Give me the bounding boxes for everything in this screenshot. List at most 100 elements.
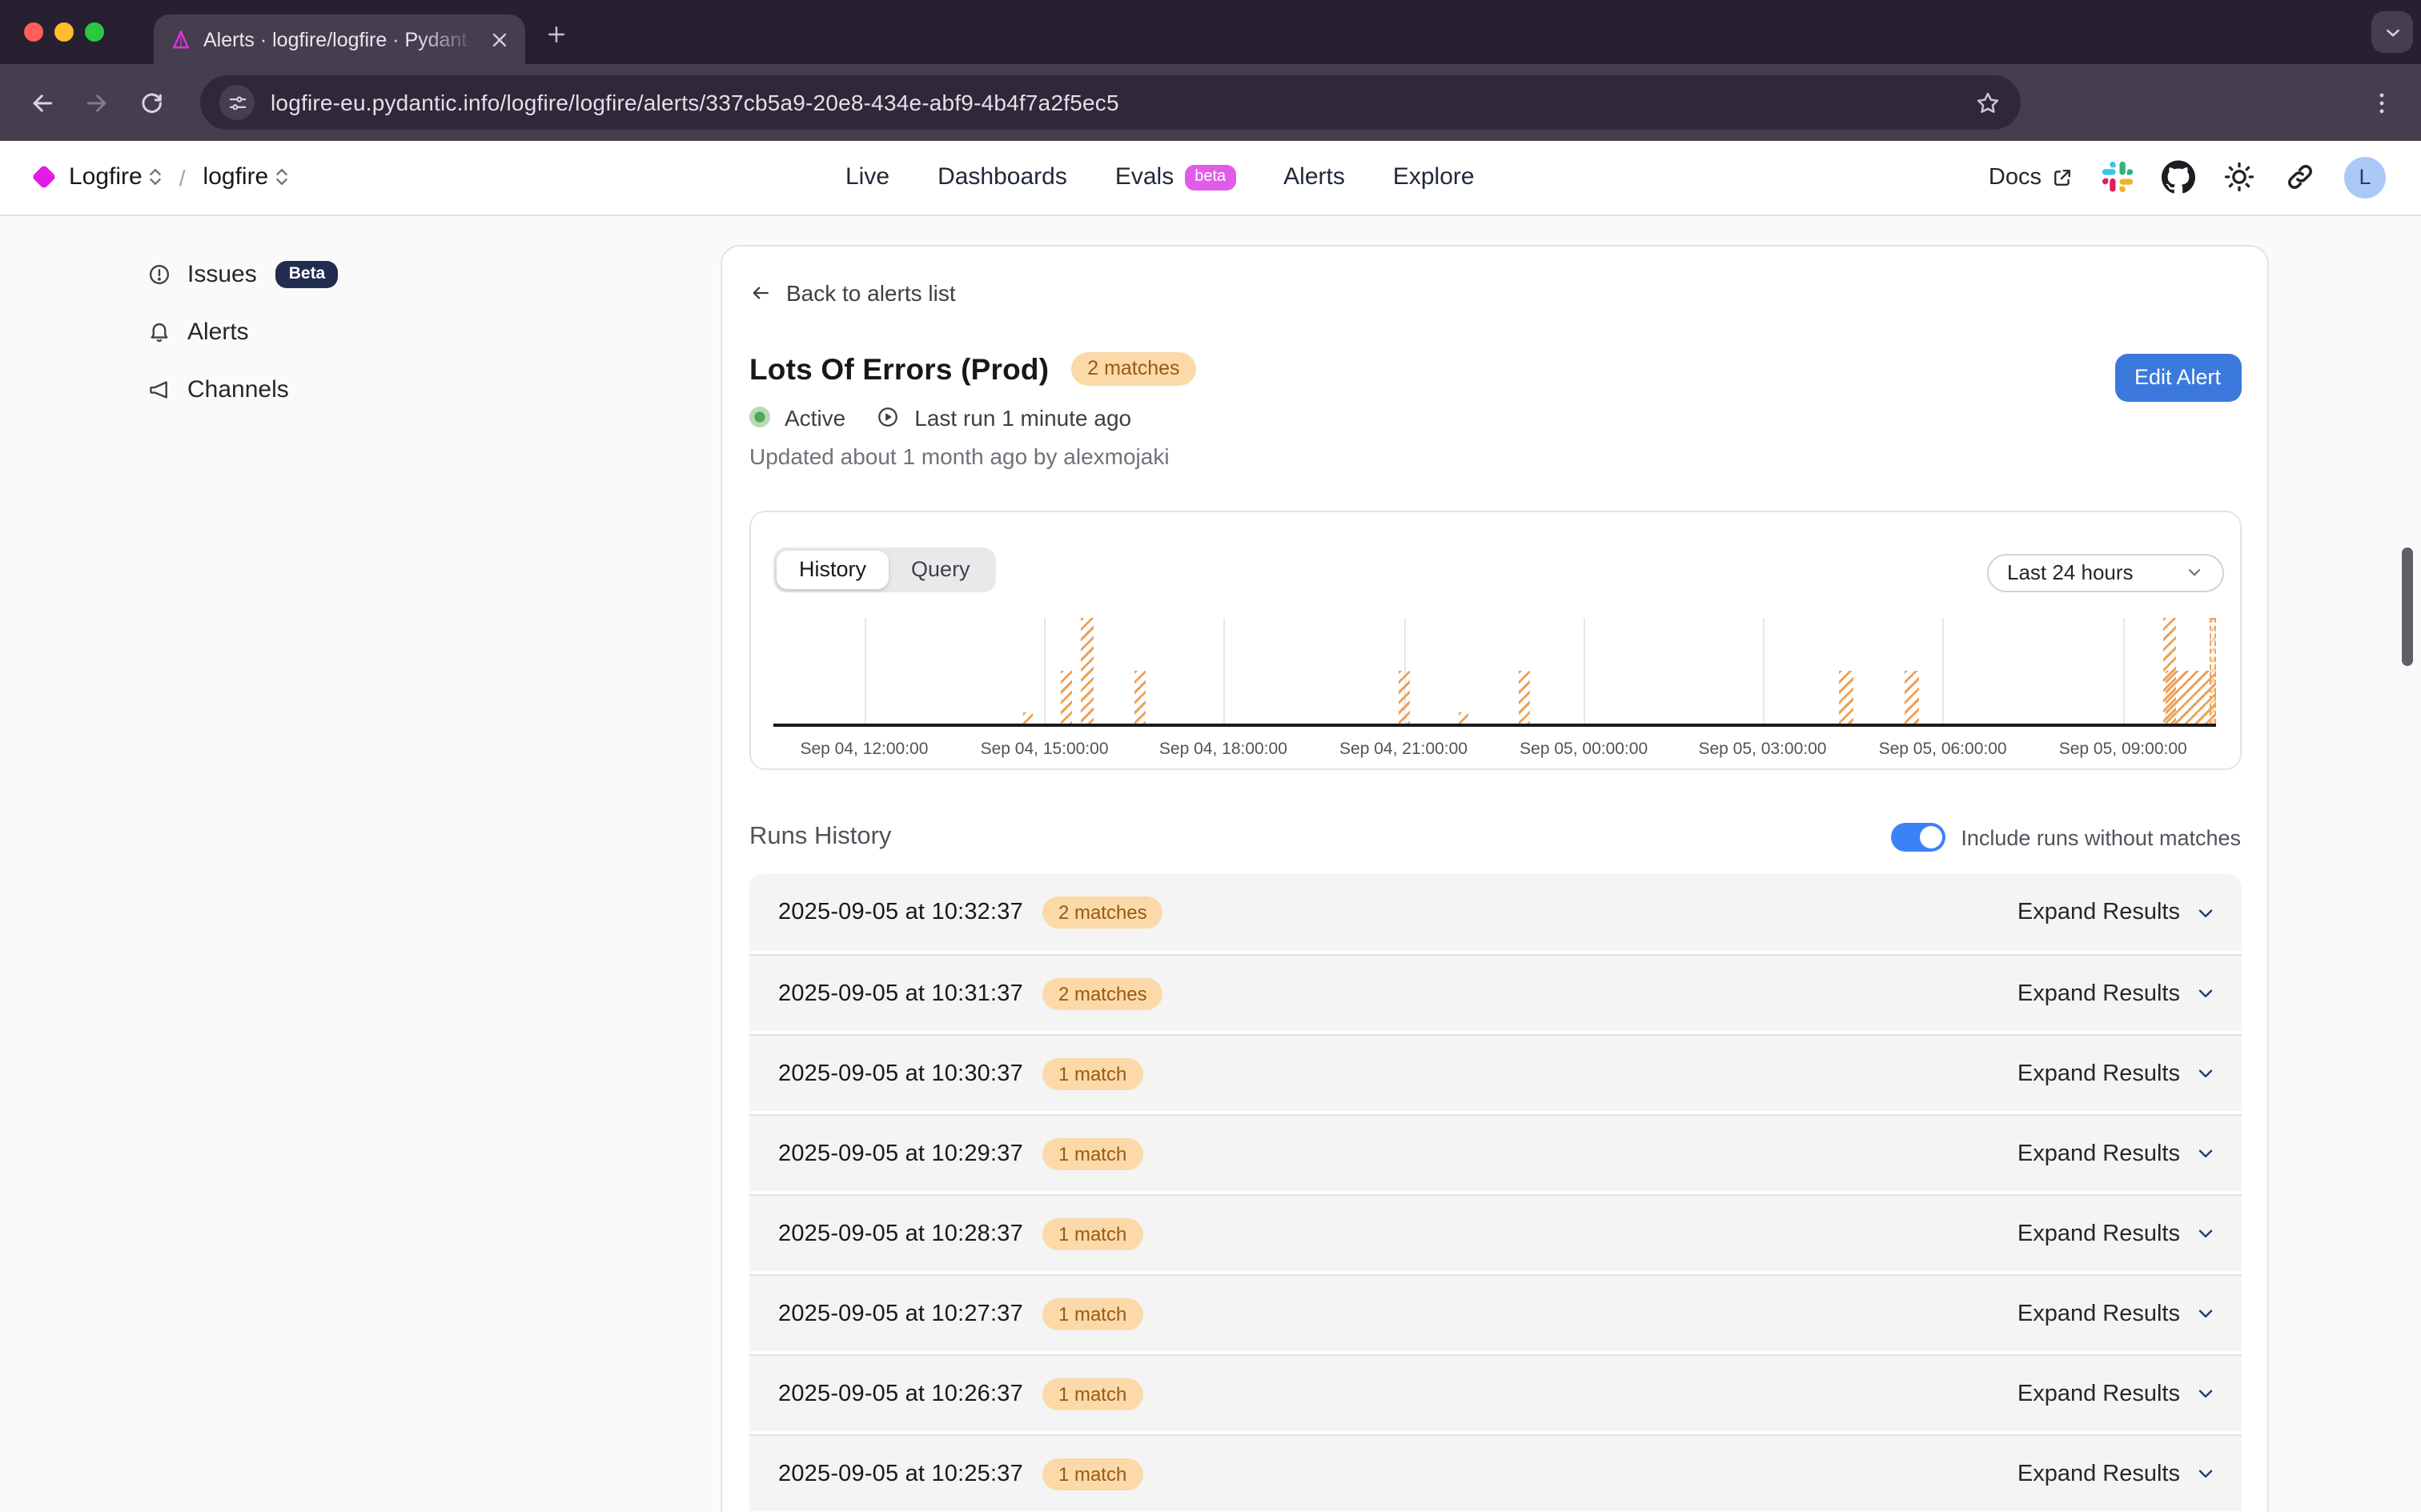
alert-detail-card: Back to alerts list Lots Of Errors (Prod…	[721, 244, 2268, 1512]
run-row[interactable]: 2025-09-05 at 10:25:37 1 match Expand Resu…	[749, 1434, 2241, 1511]
chart-bar	[1024, 712, 1034, 723]
chevron-down-icon	[2194, 1143, 2215, 1164]
chart-bar	[2166, 670, 2215, 723]
breadcrumb: Logfire / logfire	[35, 164, 287, 191]
chart-tick-label: Sep 05, 09:00:00	[2059, 739, 2187, 758]
forward-icon[interactable]	[74, 80, 118, 125]
docs-link[interactable]: Docs	[1989, 165, 2074, 191]
expand-results-button[interactable]: Expand Results	[2018, 1141, 2215, 1166]
expand-results-button[interactable]: Expand Results	[2018, 1301, 2215, 1326]
browser-tab[interactable]: Alerts · logfire/logfire · Pydant	[154, 14, 525, 64]
project-name: logfire	[203, 164, 269, 191]
run-matches-badge: 1 match	[1042, 1297, 1142, 1330]
theme-toggle-sun-icon[interactable]	[2222, 161, 2256, 195]
run-row[interactable]: 2025-09-05 at 10:30:371 matchExpand Resu…	[749, 1034, 2241, 1111]
user-avatar[interactable]: L	[2344, 157, 2386, 199]
run-row[interactable]: 2025-09-05 at 10:26:37 1 match Expand Resu…	[749, 1354, 2241, 1431]
sidebar-item-issues[interactable]: IssuesBeta	[147, 255, 338, 294]
chart-gridline	[1584, 617, 1585, 723]
window-close-button[interactable]	[24, 22, 43, 42]
run-row[interactable]: 2025-09-05 at 10:31:372 matchesExpand Re…	[749, 954, 2241, 1031]
sort-chevrons-icon	[149, 167, 162, 188]
nav-explore[interactable]: Explore	[1393, 164, 1475, 191]
run-row[interactable]: 2025-09-05 at 10:32:37 2 matches Expand Re…	[749, 874, 2241, 951]
new-tab-button[interactable]	[544, 22, 568, 46]
share-link-icon[interactable]	[2283, 161, 2317, 195]
address-bar[interactable]: logfire-eu.pydantic.info/logfire/logfire…	[200, 75, 2021, 130]
time-range-select[interactable]: Last 24 hours	[1986, 553, 2223, 592]
chart-gridline	[864, 617, 865, 723]
chart-bar	[1905, 670, 1920, 723]
chevron-down-icon	[2194, 902, 2215, 923]
expand-results-button[interactable]: Expand Results	[2018, 1381, 2215, 1406]
page-body: IssuesBeta Alerts Channels Back to alerts …	[0, 215, 2421, 1512]
expand-results-label: Expand Results	[2018, 1381, 2180, 1406]
expand-results-button[interactable]: Expand Results	[2018, 1061, 2215, 1086]
run-row[interactable]: 2025-09-05 at 10:27:37 1 match Expand Resu…	[749, 1274, 2241, 1351]
chart-bar	[1061, 670, 1072, 723]
run-matches-badge: 1 match	[1042, 1378, 1142, 1410]
run-row[interactable]: 2025-09-05 at 10:29:371 matchExpand Resu…	[749, 1114, 2241, 1191]
scrollbar-thumb[interactable]	[2402, 547, 2412, 665]
chart-bar	[1839, 670, 1853, 723]
docs-label: Docs	[1989, 165, 2042, 191]
path-separator: /	[179, 165, 186, 191]
include-runs-toggle[interactable]	[1890, 823, 1945, 852]
browser-menu-icon[interactable]	[2360, 82, 2402, 123]
github-icon[interactable]	[2162, 161, 2195, 195]
run-timestamp: 2025-09-05 at 10:26:37	[778, 1381, 1023, 1406]
chart-gridline	[1762, 617, 1764, 723]
expand-results-button[interactable]: Expand Results	[2018, 1461, 2215, 1486]
window-zoom-button[interactable]	[85, 22, 104, 42]
expand-results-button[interactable]: Expand Results	[2018, 900, 2215, 925]
run-row[interactable]: 2025-09-05 at 10:28:371 matchExpand Resu…	[749, 1194, 2241, 1271]
pydantic-favicon	[170, 28, 192, 50]
tab-query[interactable]: Query	[889, 550, 993, 588]
expand-results-button[interactable]: Expand Results	[2018, 981, 2215, 1006]
org-selector[interactable]: Logfire	[69, 164, 162, 191]
run-timestamp: 2025-09-05 at 10:32:37	[778, 900, 1023, 925]
run-matches-badge: 2 matches	[1042, 896, 1163, 928]
runs-list: 2025-09-05 at 10:32:37 2 matches Expand Re…	[749, 874, 2241, 1511]
back-icon[interactable]	[19, 80, 64, 125]
edit-alert-button[interactable]: Edit Alert	[2114, 353, 2241, 401]
chart-tick-label: Sep 04, 18:00:00	[1159, 739, 1287, 758]
expand-results-label: Expand Results	[2018, 1141, 2180, 1166]
main-nav: Live Dashboards Evalsbeta Alerts Explore	[845, 164, 1475, 191]
run-timestamp: 2025-09-05 at 10:30:37	[778, 1061, 1023, 1086]
expand-results-label: Expand Results	[2018, 981, 2180, 1006]
sidebar-item-alerts[interactable]: Alerts	[147, 313, 338, 351]
tab-history[interactable]: History	[777, 550, 889, 588]
site-settings-icon[interactable]	[219, 85, 255, 120]
browser-toolbar: logfire-eu.pydantic.info/logfire/logfire…	[0, 64, 2421, 141]
nav-evals[interactable]: Evalsbeta	[1115, 164, 1235, 191]
bookmark-star-icon[interactable]	[1974, 89, 2001, 116]
history-query-tabs: HistoryQuery	[773, 547, 996, 592]
expand-results-button[interactable]: Expand Results	[2018, 1221, 2215, 1246]
avatar-letter: L	[2359, 166, 2371, 190]
run-matches-badge: 1 match	[1042, 1137, 1142, 1169]
chart-bar	[1134, 670, 1145, 723]
run-timestamp: 2025-09-05 at 10:27:37	[778, 1301, 1023, 1326]
run-matches-badge: 1 match	[1042, 1458, 1142, 1490]
chevron-down-icon	[2194, 1463, 2215, 1484]
nav-label: Dashboards	[937, 164, 1067, 191]
nav-alerts[interactable]: Alerts	[1283, 164, 1345, 191]
nav-dashboards[interactable]: Dashboards	[937, 164, 1067, 191]
run-timestamp: 2025-09-05 at 10:25:37	[778, 1461, 1023, 1486]
project-selector[interactable]: logfire	[203, 164, 288, 191]
tab-search-button[interactable]	[2371, 11, 2413, 53]
chart-x-axis: Sep 04, 12:00:00Sep 04, 15:00:00Sep 04, …	[773, 739, 2215, 761]
chevron-down-icon	[2194, 1223, 2215, 1244]
expand-results-label: Expand Results	[2018, 1061, 2180, 1086]
tab-close-icon[interactable]	[488, 28, 511, 50]
chart-tick-label: Sep 05, 00:00:00	[1520, 739, 1648, 758]
sidebar-item-channels[interactable]: Channels	[147, 371, 338, 409]
reload-icon[interactable]	[128, 80, 173, 125]
nav-live[interactable]: Live	[845, 164, 889, 191]
window-minimize-button[interactable]	[54, 22, 74, 42]
url-text: logfire-eu.pydantic.info/logfire/logfire…	[271, 90, 1958, 115]
browser-tab-strip: Alerts · logfire/logfire · Pydant	[0, 0, 2421, 64]
back-to-alerts-link[interactable]: Back to alerts list	[749, 279, 956, 305]
slack-icon[interactable]	[2101, 161, 2134, 195]
